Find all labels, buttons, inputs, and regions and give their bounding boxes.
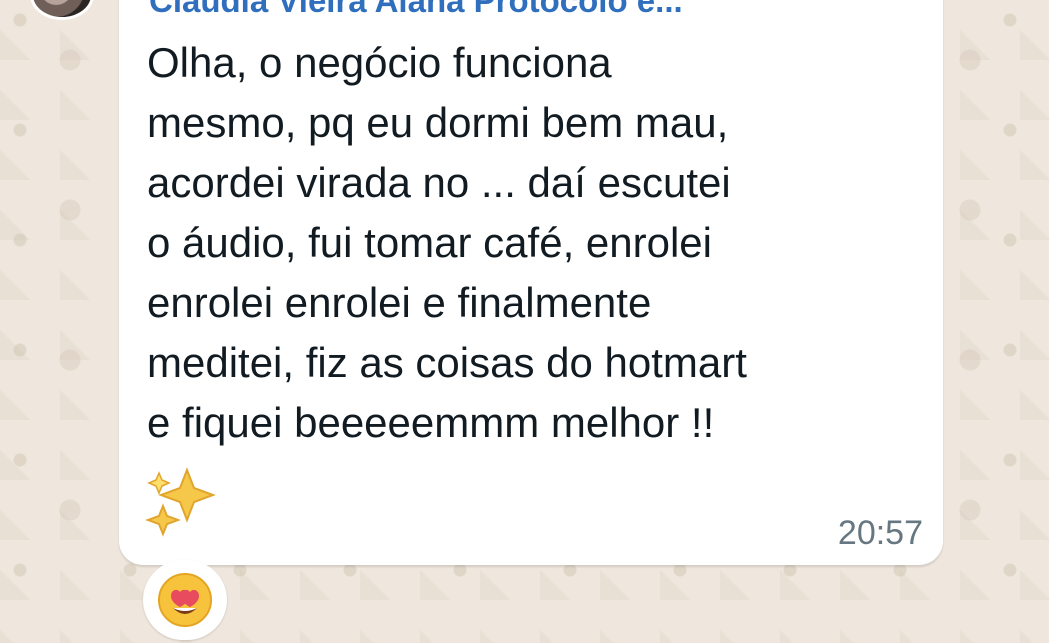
sender-avatar[interactable] <box>30 0 94 20</box>
message-bubble[interactable]: Claudia Vieira Aiana Protocolo e... Olha… <box>119 0 943 565</box>
message-text: Olha, o negócio funciona mesmo, pq eu do… <box>147 39 747 446</box>
sparkles-icon <box>145 467 216 537</box>
sender-name[interactable]: Claudia Vieira Aiana Protocolo e... <box>149 0 683 17</box>
reaction-badge[interactable] <box>143 560 227 640</box>
heart-eyes-emoji-icon <box>158 573 212 627</box>
message-timestamp: 20:57 <box>837 514 923 552</box>
